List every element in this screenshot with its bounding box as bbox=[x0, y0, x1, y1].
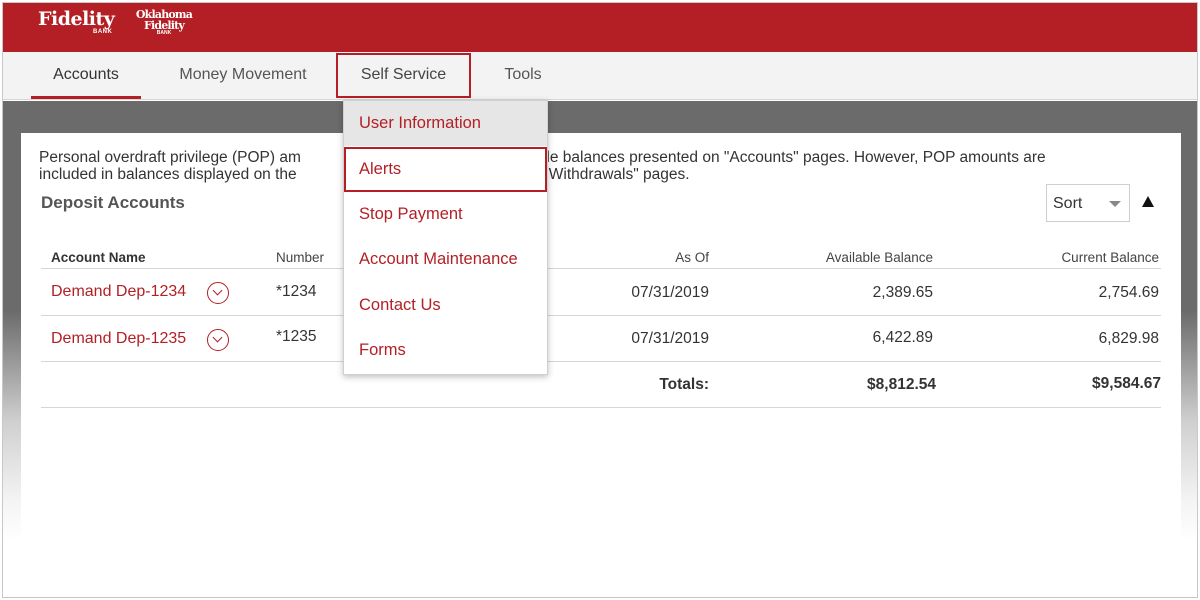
menu-item-stop-payment[interactable]: Stop Payment bbox=[344, 192, 547, 237]
self-service-menu: User Information Alerts Stop Payment Acc… bbox=[343, 100, 548, 375]
account-link[interactable]: Demand Dep-1235 bbox=[51, 330, 186, 348]
pop-notice: Personal overdraft privilege (POP) am vai… bbox=[39, 149, 1169, 183]
account-link[interactable]: Demand Dep-1234 bbox=[51, 283, 186, 301]
main-nav: Accounts Money Movement Self Service Too… bbox=[3, 52, 1197, 100]
notice-part-1: Personal overdraft privilege (POP) am bbox=[39, 149, 301, 166]
totals-label: Totals: bbox=[659, 376, 709, 393]
available-balance: 2,389.65 bbox=[872, 284, 933, 301]
sort-select[interactable]: Sort bbox=[1046, 184, 1130, 222]
col-account-name[interactable]: Account Name bbox=[51, 250, 146, 265]
as-of-date: 07/31/2019 bbox=[631, 330, 709, 347]
sort-ascending-icon[interactable] bbox=[1142, 196, 1154, 207]
menu-item-forms[interactable]: Forms bbox=[344, 328, 547, 373]
col-current-balance[interactable]: Current Balance bbox=[1011, 250, 1159, 265]
chevron-down-icon[interactable] bbox=[207, 329, 229, 351]
col-number[interactable]: Number bbox=[276, 250, 324, 265]
menu-item-user-information[interactable]: User Information bbox=[344, 101, 547, 146]
col-available-balance[interactable]: Available Balance bbox=[781, 250, 933, 265]
account-number: *1234 bbox=[276, 283, 317, 300]
notice-part-2: vailable balances presented on "Accounts… bbox=[505, 149, 1046, 166]
current-balance: 2,754.69 bbox=[1098, 284, 1159, 301]
menu-item-alerts[interactable]: Alerts bbox=[344, 147, 547, 192]
row-divider bbox=[41, 361, 1161, 362]
tab-self-service[interactable]: Self Service bbox=[336, 53, 471, 98]
account-number: *1235 bbox=[276, 328, 317, 345]
notice-part-3: included in balances displayed on the bbox=[39, 166, 297, 183]
oklahoma-fidelity-logo[interactable]: Oklahoma Fidelity BANK bbox=[129, 9, 199, 36]
current-balance: 6,829.98 bbox=[1098, 330, 1159, 347]
top-brand-bar: Fidelity BANK Oklahoma Fidelity BANK bbox=[3, 3, 1197, 52]
app-window: Fidelity BANK Oklahoma Fidelity BANK Acc… bbox=[2, 2, 1198, 598]
total-current-balance: $9,584.67 bbox=[1092, 375, 1161, 392]
chevron-down-icon[interactable] bbox=[207, 282, 229, 304]
col-as-of[interactable]: As Of bbox=[609, 250, 709, 265]
header-divider bbox=[41, 268, 1161, 269]
menu-item-account-maintenance[interactable]: Account Maintenance bbox=[344, 237, 547, 282]
tab-money-movement[interactable]: Money Movement bbox=[163, 52, 323, 99]
total-available-balance: $8,812.54 bbox=[867, 376, 936, 393]
section-title: Deposit Accounts bbox=[41, 193, 185, 212]
tab-tools[interactable]: Tools bbox=[491, 52, 555, 99]
menu-item-contact-us[interactable]: Contact Us bbox=[344, 283, 547, 328]
tab-accounts[interactable]: Accounts bbox=[31, 52, 141, 99]
chevron-down-icon bbox=[1109, 201, 1121, 207]
as-of-date: 07/31/2019 bbox=[631, 284, 709, 301]
row-divider bbox=[41, 315, 1161, 316]
accounts-panel: Personal overdraft privilege (POP) am vai… bbox=[21, 133, 1181, 597]
logo-text: Fidelity bbox=[38, 8, 115, 30]
fidelity-bank-logo[interactable]: Fidelity BANK bbox=[38, 8, 115, 36]
sort-label: Sort bbox=[1053, 195, 1083, 212]
logo2-subtext: BANK bbox=[156, 30, 172, 36]
logo-subtext: BANK bbox=[93, 29, 113, 35]
totals-divider bbox=[41, 407, 1161, 408]
available-balance: 6,422.89 bbox=[872, 329, 933, 346]
